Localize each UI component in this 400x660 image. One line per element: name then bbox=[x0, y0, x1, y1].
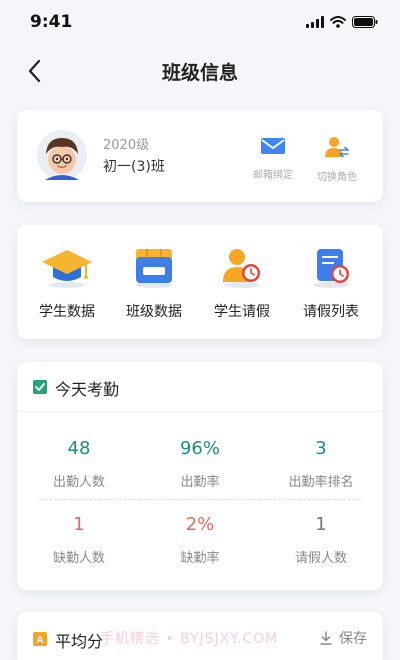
stat-leave-count: 1 请假人数 bbox=[261, 514, 381, 566]
switch-role-label: 切换角色 bbox=[317, 172, 357, 183]
stat-absent-rate: 2% 缺勤率 bbox=[140, 514, 260, 566]
stat-label: 出勤率 bbox=[180, 475, 220, 490]
student-leave-label: 学生请假 bbox=[214, 304, 270, 320]
wifi-icon bbox=[330, 16, 346, 28]
mail-bind-label: 邮箱绑定 bbox=[253, 170, 293, 181]
watermark: 手机精选 • BYJSJXY.COM bbox=[100, 631, 279, 647]
stat-value: 96% bbox=[179, 438, 220, 459]
mail-bind-button[interactable]: 邮箱绑定 bbox=[243, 136, 303, 181]
leave-list-button[interactable]: 请假列表 bbox=[291, 245, 371, 321]
save-button[interactable]: 保存 bbox=[319, 628, 367, 648]
graduation-cap-icon bbox=[42, 250, 92, 288]
status-bar: 9:41 bbox=[0, 0, 400, 44]
attendance-header: 今天考勤 bbox=[17, 362, 383, 412]
save-label: 保存 bbox=[339, 631, 367, 647]
attendance-card: 今天考勤 48 出勤人数 96% 出勤率 3 出勤率排名 1 缺勤人数 2% 缺… bbox=[17, 362, 383, 590]
leave-list-label: 请假列表 bbox=[303, 304, 359, 320]
shortcuts-card: 学生数据 班级数据 学生请假 请假列表 bbox=[17, 225, 383, 339]
average-badge-icon: A bbox=[33, 632, 47, 646]
battery-icon bbox=[352, 16, 378, 28]
mail-icon bbox=[261, 138, 285, 154]
page-title: 班级信息 bbox=[161, 62, 238, 84]
student-data-label: 学生数据 bbox=[39, 304, 95, 320]
stat-value: 3 bbox=[315, 438, 327, 459]
stats-divider bbox=[39, 499, 361, 500]
student-data-button[interactable]: 学生数据 bbox=[27, 245, 107, 321]
class-data-label: 班级数据 bbox=[126, 304, 182, 320]
student-leave-icon bbox=[223, 249, 260, 288]
stat-value: 48 bbox=[67, 438, 91, 459]
stat-present-rate: 96% 出勤率 bbox=[140, 438, 260, 490]
nav-bar: 班级信息 bbox=[0, 44, 400, 98]
status-time: 9:41 bbox=[30, 12, 73, 32]
stat-label: 出勤人数 bbox=[52, 475, 105, 490]
stat-label: 缺勤人数 bbox=[52, 551, 105, 566]
stat-present-count: 48 出勤人数 bbox=[19, 438, 139, 490]
student-leave-button[interactable]: 学生请假 bbox=[202, 245, 282, 321]
avatar bbox=[37, 130, 87, 180]
stat-value: 1 bbox=[73, 514, 85, 535]
cellular-signal-icon bbox=[306, 16, 324, 28]
status-icons bbox=[306, 16, 378, 28]
class-name: 初一(3)班 bbox=[103, 159, 165, 175]
stat-value: 1 bbox=[315, 514, 327, 535]
stat-value: 2% bbox=[185, 514, 215, 535]
check-badge-icon bbox=[33, 380, 47, 394]
svg-text:A: A bbox=[36, 635, 43, 646]
class-box-icon bbox=[136, 249, 172, 288]
stat-rate-rank: 3 出勤率排名 bbox=[261, 438, 381, 490]
stat-label: 缺勤率 bbox=[180, 551, 220, 566]
switch-role-button[interactable]: 切换角色 bbox=[307, 136, 367, 183]
attendance-title: 今天考勤 bbox=[55, 380, 120, 399]
class-data-button[interactable]: 班级数据 bbox=[114, 245, 194, 321]
switch-role-icon bbox=[325, 137, 349, 158]
stat-label: 出勤率排名 bbox=[288, 475, 354, 490]
grade-label: 2020级 bbox=[103, 138, 150, 153]
stat-label: 请假人数 bbox=[294, 551, 347, 566]
stat-absent-count: 1 缺勤人数 bbox=[19, 514, 139, 566]
profile-card: 2020级 初一(3)班 邮箱绑定 切换角色 bbox=[17, 110, 383, 202]
download-icon bbox=[320, 631, 332, 645]
average-title: 平均分 bbox=[55, 632, 104, 651]
leave-list-icon bbox=[313, 249, 349, 288]
